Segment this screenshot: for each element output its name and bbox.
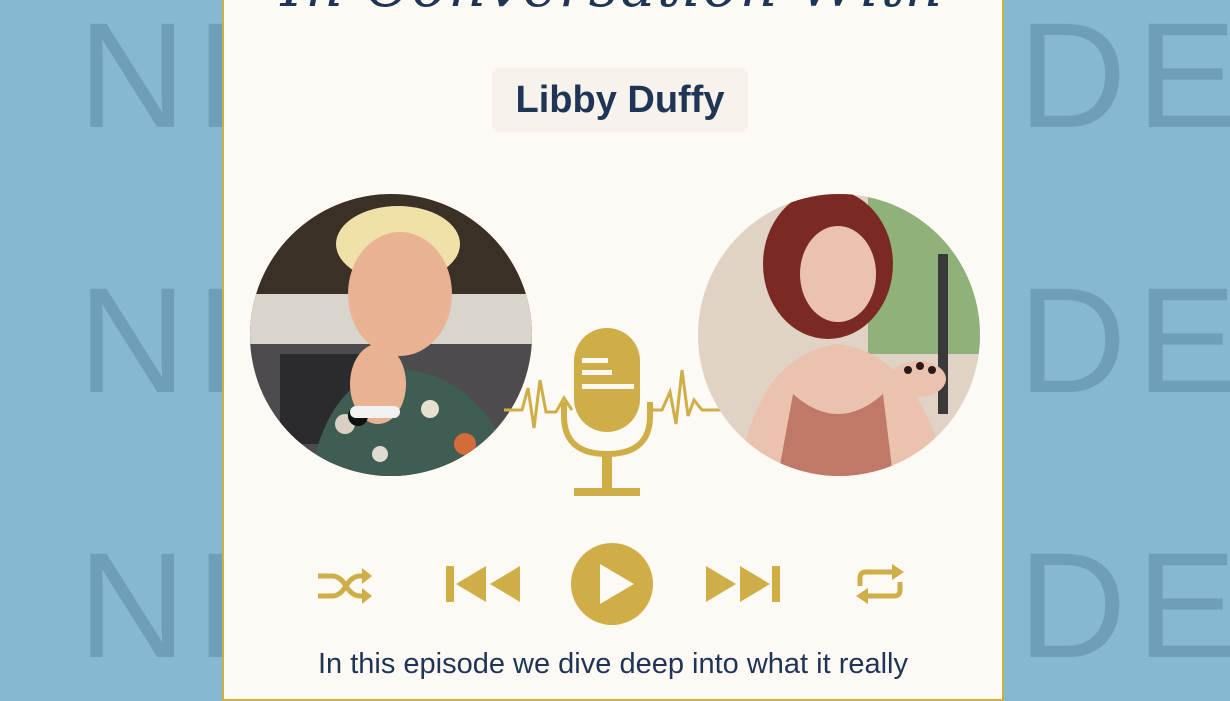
- skip-previous-icon[interactable]: [446, 564, 522, 604]
- guest-name: Libby Duffy: [492, 68, 748, 132]
- episode-description: In this episode we dive deep into what i…: [317, 648, 908, 680]
- microphone-icon: [504, 328, 724, 496]
- skip-next-icon[interactable]: [704, 564, 780, 604]
- shuffle-icon[interactable]: [316, 566, 372, 606]
- repeat-icon[interactable]: [854, 564, 906, 604]
- guest-photo: [698, 194, 980, 476]
- play-icon[interactable]: [570, 542, 654, 626]
- host-photo: [250, 194, 532, 476]
- episode-card: In Conversation With Libby Duffy: [222, 0, 1004, 701]
- script-title: In Conversation With: [224, 0, 1002, 20]
